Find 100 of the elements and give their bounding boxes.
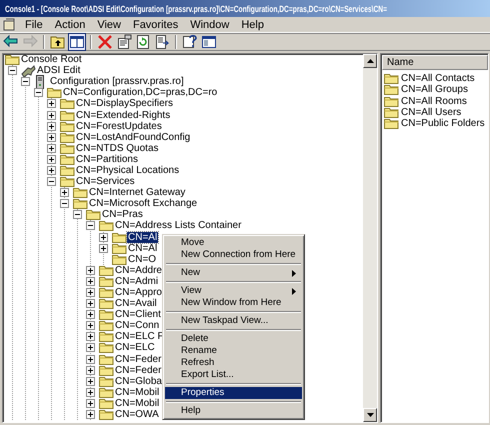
expand-box-icon[interactable] bbox=[47, 166, 56, 175]
scrollbar[interactable] bbox=[363, 54, 377, 422]
folder-up-icon[interactable] bbox=[50, 34, 66, 50]
tree-item[interactable]: CN=Feder bbox=[114, 364, 162, 376]
expand-box-icon[interactable] bbox=[47, 99, 56, 108]
menu-item[interactable]: View bbox=[92, 18, 126, 30]
expand-box-icon[interactable] bbox=[47, 122, 56, 131]
expand-box-icon[interactable] bbox=[86, 366, 95, 375]
tree-item[interactable]: CN=Extended-Rights bbox=[75, 110, 172, 121]
collapse-box-icon[interactable] bbox=[21, 77, 30, 86]
menu-item[interactable]: File bbox=[20, 18, 48, 30]
menu-item[interactable]: Help bbox=[165, 405, 302, 417]
expand-box-icon[interactable] bbox=[60, 188, 69, 198]
expand-box-icon[interactable] bbox=[47, 132, 56, 142]
collapse-box-icon[interactable] bbox=[60, 199, 69, 208]
collapse-box-icon[interactable] bbox=[47, 177, 56, 186]
menu-item[interactable]: Properties bbox=[165, 387, 302, 399]
tree-item[interactable]: CN=Client bbox=[114, 309, 162, 320]
expand-box-icon[interactable] bbox=[86, 288, 95, 298]
menu-item[interactable]: Action bbox=[50, 18, 90, 30]
folder-icon bbox=[99, 386, 114, 398]
tree-item[interactable]: CN=ForestUpdates bbox=[75, 120, 163, 132]
tree-item[interactable]: CN=O bbox=[127, 254, 158, 265]
scroll-up-icon[interactable] bbox=[366, 59, 374, 63]
expand-box-icon[interactable] bbox=[99, 232, 108, 242]
expand-box-icon[interactable] bbox=[86, 398, 95, 408]
expand-box-icon[interactable] bbox=[86, 410, 95, 420]
tree-item[interactable]: CN=Mobil bbox=[114, 398, 160, 409]
list-item[interactable]: CN=Public Folders bbox=[401, 118, 485, 130]
menu-item[interactable]: Window bbox=[185, 18, 234, 30]
window-pane-icon[interactable] bbox=[201, 34, 217, 50]
tree-item[interactable]: CN=Globa bbox=[114, 376, 163, 387]
tree-item[interactable]: Configuration [prassrv.pras.ro] bbox=[49, 76, 185, 88]
menu-item[interactable]: New Taskpad View... bbox=[165, 315, 302, 327]
tree-item[interactable]: CN=Address Lists Container bbox=[114, 220, 242, 232]
tree-item[interactable]: CN=Conn bbox=[114, 320, 160, 332]
expand-box-icon[interactable] bbox=[86, 321, 95, 330]
expand-box-icon[interactable] bbox=[86, 332, 95, 342]
tree-item[interactable]: CN=Mobil bbox=[114, 386, 160, 398]
properties-icon[interactable] bbox=[116, 34, 132, 50]
menu-item[interactable]: Export List... bbox=[165, 369, 302, 381]
collapse-box-icon[interactable] bbox=[86, 221, 95, 230]
tree-item[interactable]: CN=Microsoft Exchange bbox=[88, 198, 198, 210]
menu-item[interactable]: New Connection from Here bbox=[165, 249, 302, 261]
menu-item[interactable]: New bbox=[165, 267, 302, 279]
expand-box-icon[interactable] bbox=[86, 299, 95, 308]
menu-item[interactable]: Rename bbox=[165, 345, 302, 357]
expand-box-icon[interactable] bbox=[47, 144, 56, 153]
refresh-icon[interactable] bbox=[135, 34, 151, 50]
menu-item[interactable]: Delete bbox=[165, 333, 302, 345]
menu-item[interactable]: New Window from Here bbox=[165, 297, 302, 309]
expand-box-icon[interactable] bbox=[86, 266, 95, 275]
tree-item[interactable]: CN=Internet Gateway bbox=[88, 187, 186, 198]
tree-pane-icon[interactable] bbox=[69, 34, 85, 50]
menu-item[interactable]: View bbox=[165, 285, 302, 297]
tree-item[interactable]: CN=NTDS Quotas bbox=[75, 142, 160, 154]
export-list-icon[interactable] bbox=[154, 34, 170, 50]
expand-box-icon[interactable] bbox=[86, 354, 95, 364]
list-item[interactable]: CN=All Groups bbox=[401, 84, 468, 96]
expand-box-icon[interactable] bbox=[47, 110, 56, 120]
tree-item[interactable]: CN=Al bbox=[127, 242, 158, 254]
expand-box-icon[interactable] bbox=[86, 376, 95, 386]
scroll-down-icon[interactable] bbox=[366, 413, 374, 417]
collapse-box-icon[interactable] bbox=[34, 88, 43, 98]
folder-icon bbox=[384, 107, 399, 118]
expand-box-icon[interactable] bbox=[47, 154, 56, 164]
tree-item[interactable]: CN=Avail bbox=[114, 298, 158, 310]
tree-item[interactable]: CN=Addre bbox=[114, 264, 163, 276]
tree-item[interactable]: CN=Configuration,DC=pras,DC=ro bbox=[62, 87, 218, 98]
tree-item[interactable]: CN=ELC bbox=[114, 342, 156, 354]
column-header[interactable]: Name bbox=[382, 55, 488, 70]
tree-item[interactable]: CN=LostAndFoundConfig bbox=[75, 132, 192, 143]
tree-item[interactable]: CN=Pras bbox=[101, 209, 144, 220]
menu-item[interactable]: Move bbox=[165, 237, 302, 249]
tree-item[interactable]: CN=Services bbox=[75, 176, 136, 188]
expand-box-icon[interactable] bbox=[86, 388, 95, 397]
tree-item[interactable]: CN=OWA bbox=[114, 409, 160, 420]
collapse-box-icon[interactable] bbox=[8, 66, 17, 76]
back-arrow-icon[interactable] bbox=[3, 34, 19, 50]
tree-item[interactable]: CN=Al bbox=[127, 232, 158, 243]
tree-item[interactable]: CN=Partitions bbox=[75, 154, 139, 165]
tree-item[interactable]: ADSI Edit bbox=[36, 65, 82, 76]
collapse-box-icon[interactable] bbox=[73, 210, 82, 220]
help-icon[interactable] bbox=[182, 34, 198, 50]
expand-box-icon[interactable] bbox=[86, 276, 95, 286]
tree-item[interactable]: CN=Physical Locations bbox=[75, 164, 180, 176]
expand-box-icon[interactable] bbox=[99, 244, 108, 253]
expand-box-icon[interactable] bbox=[86, 310, 95, 320]
list-item[interactable]: CN=All Users bbox=[401, 107, 462, 118]
tree-item[interactable]: CN=Admi bbox=[114, 276, 160, 287]
menu-item[interactable]: Refresh bbox=[165, 357, 302, 369]
tree-item[interactable]: CN=Appro bbox=[114, 287, 163, 298]
tree-item[interactable]: CN=Feder bbox=[114, 354, 162, 365]
tree-item[interactable]: Console Root bbox=[20, 54, 83, 66]
tree-item[interactable]: CN=DisplaySpecifiers bbox=[75, 98, 174, 110]
menu-item[interactable]: Favorites bbox=[128, 18, 184, 30]
expand-box-icon[interactable] bbox=[86, 343, 95, 352]
list-item[interactable]: CN=All Contacts bbox=[401, 73, 475, 84]
list-item[interactable]: CN=All Rooms bbox=[401, 96, 467, 107]
menu-item[interactable]: Help bbox=[236, 18, 269, 30]
